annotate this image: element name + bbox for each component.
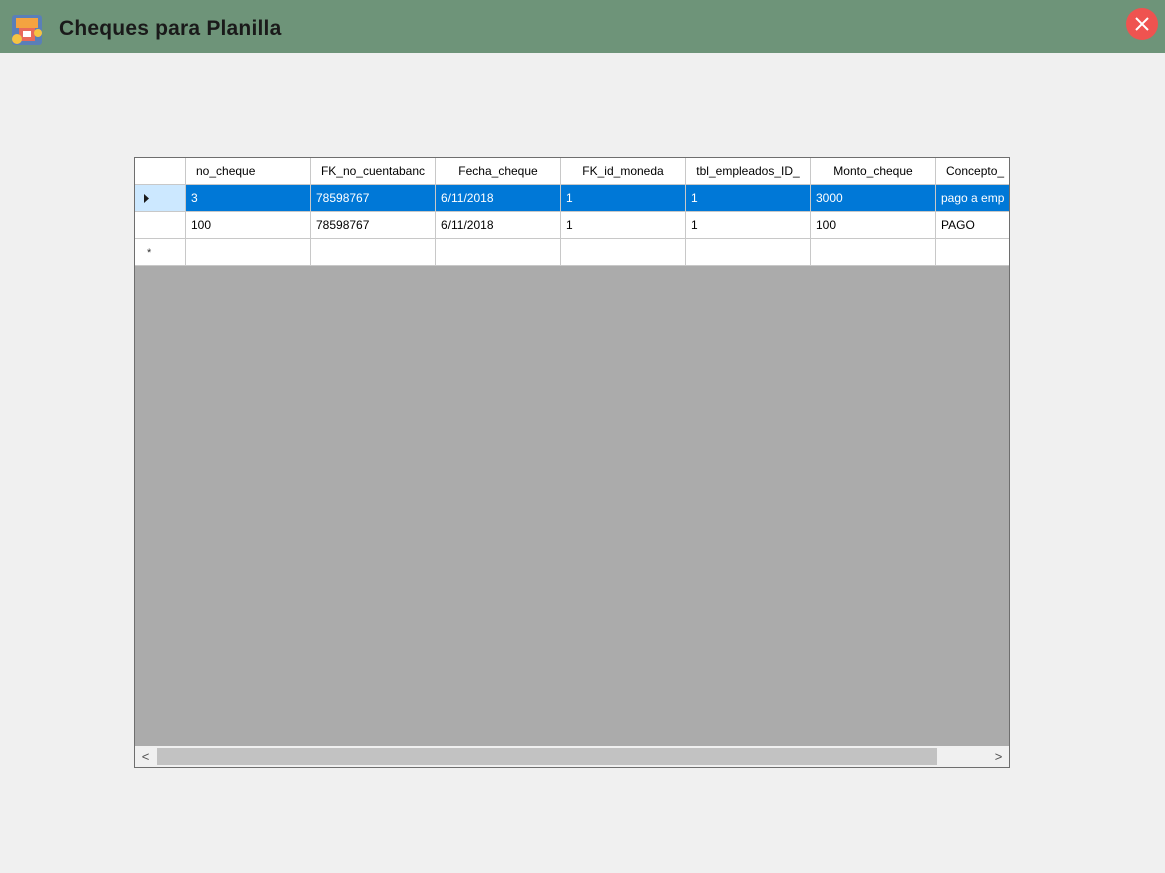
scroll-right-arrow-icon[interactable]: > [988, 746, 1009, 767]
cell-tbl-empleados-id[interactable]: 1 [686, 212, 811, 239]
close-icon [1135, 17, 1149, 31]
column-header-tbl-empleados-id[interactable]: tbl_empleados_ID_ [686, 158, 811, 185]
cell-fk-id-moneda[interactable]: 1 [561, 212, 686, 239]
column-header-no-cheque[interactable]: no_cheque [186, 158, 311, 185]
new-cell-tbl-empleados-id[interactable] [686, 239, 811, 266]
new-cell-no-cheque[interactable] [186, 239, 311, 266]
column-header-fk-id-moneda[interactable]: FK_id_moneda [561, 158, 686, 185]
horizontal-scrollbar[interactable]: < > [135, 746, 1009, 767]
payroll-app-icon [12, 15, 42, 45]
new-cell-fk-id-moneda[interactable] [561, 239, 686, 266]
row-header-cell[interactable] [135, 185, 186, 212]
cell-tbl-empleados-id[interactable]: 1 [686, 185, 811, 212]
new-record-row[interactable]: * [135, 239, 1009, 266]
close-button[interactable] [1126, 8, 1158, 40]
row-header-cell[interactable]: * [135, 239, 186, 266]
new-cell-monto-cheque[interactable] [811, 239, 936, 266]
window-title: Cheques para Planilla [59, 17, 282, 40]
cell-fk-no-cuentabanc[interactable]: 78598767 [311, 185, 436, 212]
cell-monto-cheque[interactable]: 3000 [811, 185, 936, 212]
table-row[interactable]: 3 78598767 6/11/2018 1 1 3000 pago a emp [135, 185, 1009, 212]
column-header-concepto[interactable]: Concepto_ [936, 158, 1009, 185]
new-row-asterisk-icon: * [147, 247, 152, 259]
column-header-fecha-cheque[interactable]: Fecha_cheque [436, 158, 561, 185]
title-bar: Cheques para Planilla [0, 0, 1165, 53]
cell-concepto[interactable]: PAGO [936, 212, 1009, 239]
cell-concepto[interactable]: pago a emp [936, 185, 1009, 212]
scrollbar-thumb[interactable] [157, 748, 937, 765]
new-cell-fecha-cheque[interactable] [436, 239, 561, 266]
row-header-cell[interactable] [135, 212, 186, 239]
cell-no-cheque[interactable]: 3 [186, 185, 311, 212]
cell-no-cheque[interactable]: 100 [186, 212, 311, 239]
cell-fecha-cheque[interactable]: 6/11/2018 [436, 212, 561, 239]
cell-fecha-cheque[interactable]: 6/11/2018 [436, 185, 561, 212]
cell-fk-id-moneda[interactable]: 1 [561, 185, 686, 212]
column-header-fk-no-cuentabanc[interactable]: FK_no_cuentabanc [311, 158, 436, 185]
cell-fk-no-cuentabanc[interactable]: 78598767 [311, 212, 436, 239]
table-row[interactable]: 100 78598767 6/11/2018 1 1 100 PAGO [135, 212, 1009, 239]
new-cell-concepto[interactable] [936, 239, 1009, 266]
top-left-header-cell[interactable] [135, 158, 186, 185]
cell-monto-cheque[interactable]: 100 [811, 212, 936, 239]
new-cell-fk-no-cuentabanc[interactable] [311, 239, 436, 266]
scroll-left-arrow-icon[interactable]: < [135, 746, 156, 767]
cheques-data-grid[interactable]: no_cheque FK_no_cuentabanc Fecha_cheque … [134, 157, 1010, 768]
column-header-row: no_cheque FK_no_cuentabanc Fecha_cheque … [135, 158, 1009, 185]
column-header-monto-cheque[interactable]: Monto_cheque [811, 158, 936, 185]
current-row-arrow-icon [144, 194, 149, 203]
